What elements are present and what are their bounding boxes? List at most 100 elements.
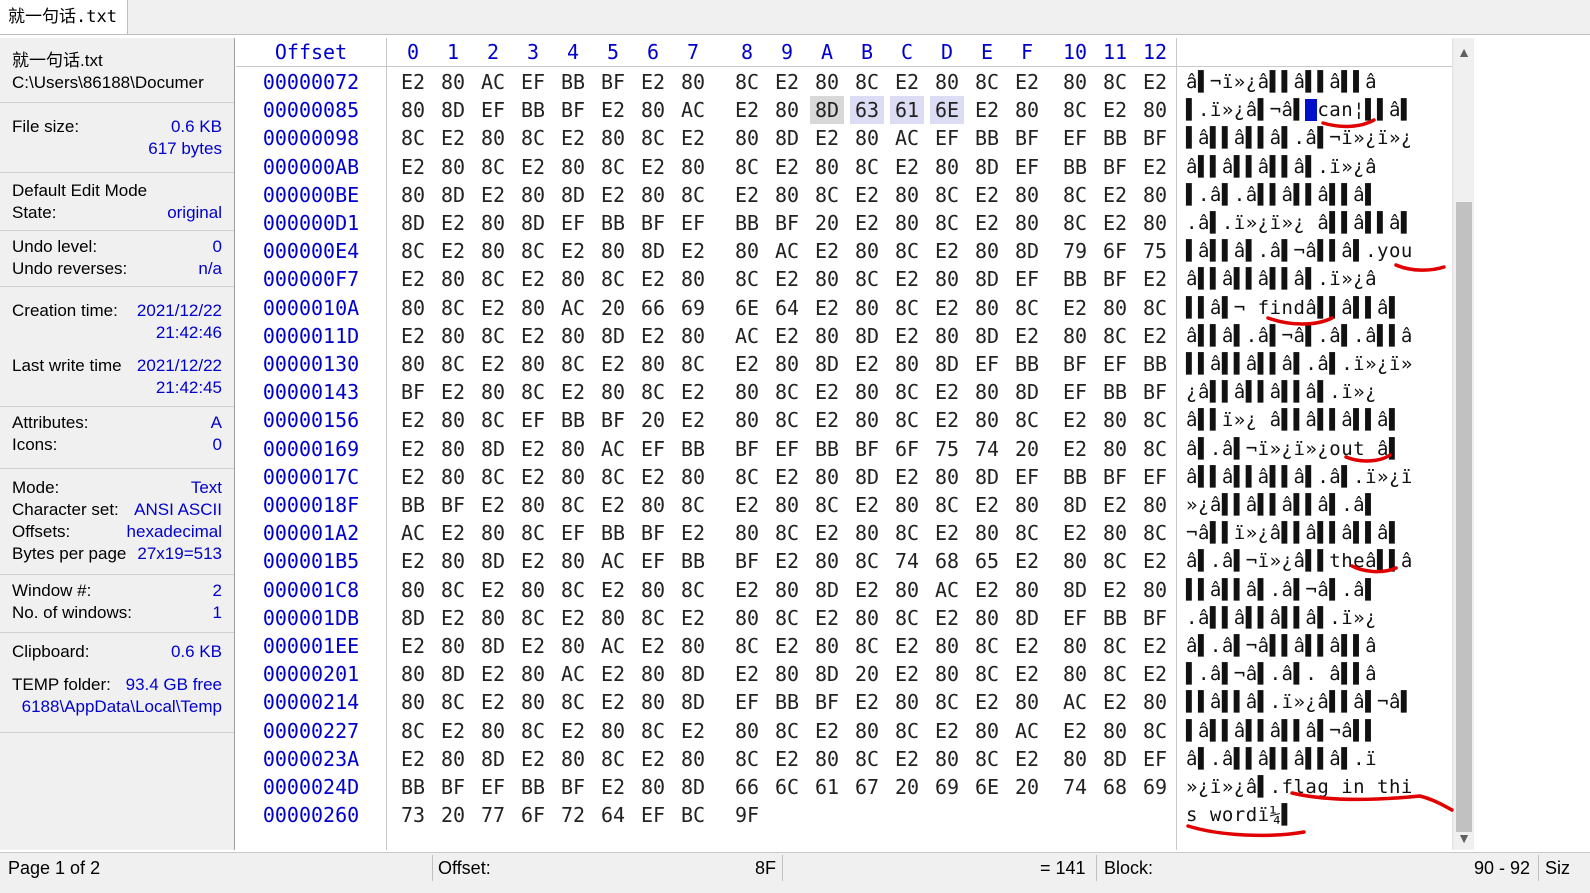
hex-byte[interactable]: E2 bbox=[396, 463, 430, 491]
hex-byte[interactable]: 80 bbox=[516, 576, 550, 604]
hex-byte[interactable]: 8C bbox=[396, 717, 430, 745]
hex-byte[interactable]: 8C bbox=[1058, 181, 1092, 209]
hex-byte[interactable]: BF bbox=[730, 435, 764, 463]
vertical-scrollbar[interactable]: ▲ ▼ bbox=[1452, 38, 1475, 850]
hex-byte[interactable]: 8C bbox=[436, 688, 470, 716]
hex-byte[interactable]: 8C bbox=[436, 576, 470, 604]
hex-byte[interactable]: 20 bbox=[850, 660, 884, 688]
hex-byte[interactable]: BF bbox=[1138, 604, 1172, 632]
hex-byte[interactable]: 8C bbox=[436, 294, 470, 322]
hex-byte[interactable]: E2 bbox=[636, 322, 670, 350]
hex-byte[interactable]: EF bbox=[516, 68, 550, 96]
hex-byte[interactable]: 8D bbox=[1058, 491, 1092, 519]
hex-byte[interactable]: 80 bbox=[850, 717, 884, 745]
hex-row[interactable]: 00000214 80 8C E2 80 8C E2 80 8D EF BB BF E2 80 8C E2 80… bbox=[236, 688, 1452, 716]
hex-byte[interactable]: 79 bbox=[1058, 237, 1092, 265]
hex-byte[interactable]: BF bbox=[556, 96, 590, 124]
hex-byte[interactable]: E2 bbox=[676, 604, 710, 632]
hex-byte[interactable]: 8D bbox=[1010, 237, 1044, 265]
hex-row[interactable]: 000001EE E2 80 8D E2 80 AC E2 80 8C E2 80 8C E2 80 8C E2… bbox=[236, 632, 1452, 660]
hex-byte[interactable]: EF bbox=[930, 124, 964, 152]
hex-byte[interactable]: AC bbox=[770, 237, 804, 265]
hex-byte[interactable]: BB bbox=[396, 773, 430, 801]
hex-byte[interactable]: E2 bbox=[636, 153, 670, 181]
hex-byte[interactable]: E2 bbox=[1010, 547, 1044, 575]
hex-byte[interactable]: EF bbox=[970, 350, 1004, 378]
hex-byte[interactable]: E2 bbox=[556, 717, 590, 745]
hex-byte[interactable]: 80 bbox=[930, 463, 964, 491]
hex-byte[interactable]: 8C bbox=[516, 519, 550, 547]
hex-byte[interactable]: 65 bbox=[970, 547, 1004, 575]
ascii-text[interactable]: â▌▌â▌▌â▌▌â▌.â▌.ï»¿ï bbox=[1186, 463, 1413, 491]
hex-byte[interactable]: 80 bbox=[730, 604, 764, 632]
hex-byte[interactable]: E2 bbox=[1010, 745, 1044, 773]
hex-byte[interactable]: E2 bbox=[770, 632, 804, 660]
ascii-text[interactable]: ▌▌â▌▌â▌▌â▌.â▌.ï»¿ï» bbox=[1186, 350, 1413, 378]
hex-byte[interactable]: E2 bbox=[436, 124, 470, 152]
hex-byte[interactable]: 8C bbox=[730, 265, 764, 293]
hex-byte[interactable]: E2 bbox=[476, 350, 510, 378]
hex-byte[interactable]: E2 bbox=[636, 265, 670, 293]
ascii-text[interactable]: ▌.â▌¬â▌.â▌. â▌▌â bbox=[1186, 660, 1377, 688]
hex-byte[interactable]: 8C bbox=[1098, 68, 1132, 96]
hex-byte[interactable]: EF bbox=[556, 209, 590, 237]
hex-byte[interactable]: 80 bbox=[396, 294, 430, 322]
ascii-text[interactable]: .â▌▌â▌▌â▌▌â▌.ï»¿ bbox=[1186, 604, 1377, 632]
hex-byte[interactable]: E2 bbox=[770, 153, 804, 181]
hex-byte[interactable]: 80 bbox=[636, 688, 670, 716]
hex-row[interactable]: 000001A2 AC E2 80 8C EF BB BF E2 80 8C E2 80 8C E2 80 8C… bbox=[236, 519, 1452, 547]
hex-byte[interactable]: E2 bbox=[436, 237, 470, 265]
hex-byte[interactable]: 8C bbox=[890, 378, 924, 406]
hex-byte[interactable]: E2 bbox=[516, 435, 550, 463]
hex-byte[interactable]: 80 bbox=[476, 124, 510, 152]
hex-byte[interactable]: 8C bbox=[730, 463, 764, 491]
hex-byte[interactable]: 8D bbox=[810, 576, 844, 604]
hex-byte[interactable]: E2 bbox=[476, 294, 510, 322]
scroll-up-icon[interactable]: ▲ bbox=[1453, 42, 1475, 62]
hex-byte[interactable]: E2 bbox=[1058, 717, 1092, 745]
hex-byte[interactable]: E2 bbox=[596, 576, 630, 604]
hex-byte[interactable]: 80 bbox=[1098, 406, 1132, 434]
hex-byte[interactable]: 68 bbox=[930, 547, 964, 575]
hex-row[interactable]: 00000169 E2 80 8D E2 80 AC EF BB BF EF BB BF 6F 75 74 20… bbox=[236, 435, 1452, 463]
hex-byte[interactable]: E2 bbox=[1098, 491, 1132, 519]
hex-byte[interactable]: 77 bbox=[476, 801, 510, 829]
hex-byte[interactable]: E2 bbox=[516, 463, 550, 491]
ascii-text[interactable]: ▌.ï»¿â▌¬â▌ can¦▌▌â▌ bbox=[1186, 96, 1413, 124]
hex-byte[interactable]: 8C bbox=[1098, 322, 1132, 350]
hex-byte[interactable]: BB bbox=[516, 96, 550, 124]
hex-byte[interactable]: 8C bbox=[970, 632, 1004, 660]
hex-byte[interactable]: 8C bbox=[770, 378, 804, 406]
hex-byte[interactable]: AC bbox=[556, 294, 590, 322]
hex-row[interactable]: 00000130 80 8C E2 80 8C E2 80 8C E2 80 8D E2 80 8D EF BB… bbox=[236, 350, 1452, 378]
hex-byte[interactable]: 8C bbox=[850, 745, 884, 773]
hex-byte[interactable]: 67 bbox=[850, 773, 884, 801]
hex-byte[interactable]: BF bbox=[436, 773, 470, 801]
hex-byte[interactable]: 80 bbox=[730, 406, 764, 434]
hex-byte[interactable]: 6C bbox=[770, 773, 804, 801]
hex-byte[interactable]: E2 bbox=[930, 406, 964, 434]
hex-byte[interactable]: E2 bbox=[770, 322, 804, 350]
hex-byte[interactable]: 80 bbox=[676, 322, 710, 350]
hex-byte[interactable]: E2 bbox=[396, 547, 430, 575]
hex-byte[interactable]: AC bbox=[596, 632, 630, 660]
hex-byte[interactable]: 8C bbox=[1058, 209, 1092, 237]
file-tab[interactable]: 就一句话.txt bbox=[0, 0, 128, 34]
hex-byte[interactable]: EF bbox=[1058, 124, 1092, 152]
hex-byte[interactable]: 80 bbox=[930, 660, 964, 688]
hex-byte[interactable]: 80 bbox=[810, 547, 844, 575]
hex-byte[interactable]: 80 bbox=[436, 547, 470, 575]
hex-byte[interactable]: 9F bbox=[730, 801, 764, 829]
hex-byte[interactable]: E2 bbox=[810, 294, 844, 322]
hex-byte[interactable]: EF bbox=[516, 406, 550, 434]
hex-byte[interactable]: 8C bbox=[1098, 660, 1132, 688]
hex-byte[interactable]: 80 bbox=[890, 491, 924, 519]
hex-byte[interactable]: 8D bbox=[676, 660, 710, 688]
hex-byte[interactable]: 80 bbox=[1010, 181, 1044, 209]
hex-byte[interactable]: E2 bbox=[676, 406, 710, 434]
hex-byte[interactable]: BF bbox=[636, 519, 670, 547]
hex-byte[interactable]: 8C bbox=[476, 153, 510, 181]
hex-byte[interactable]: E2 bbox=[850, 576, 884, 604]
hex-byte[interactable]: 69 bbox=[676, 294, 710, 322]
hex-byte[interactable]: BF bbox=[810, 688, 844, 716]
